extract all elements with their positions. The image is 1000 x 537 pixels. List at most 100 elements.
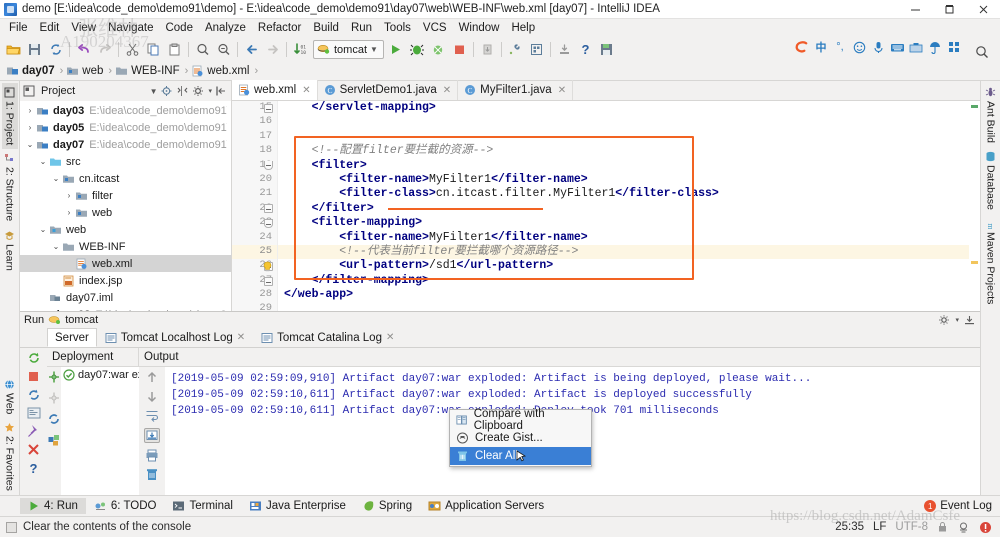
tab-web-xml[interactable]: web.xml ✕ (232, 80, 318, 100)
menu-edit[interactable]: Edit (34, 21, 66, 35)
project-structure-icon[interactable] (526, 39, 547, 60)
dropdown-arrow-icon[interactable]: ▾ (208, 87, 212, 95)
run-tab-server[interactable]: Server (47, 328, 97, 347)
pin-icon[interactable] (27, 424, 41, 438)
menu-navigate[interactable]: Navigate (102, 21, 159, 35)
fold-marker[interactable] (264, 104, 273, 113)
settings-icon[interactable] (505, 39, 526, 60)
fold-marker[interactable] (264, 161, 273, 170)
tree-expand-arrow-icon[interactable]: › (63, 191, 75, 200)
menu-tools[interactable]: Tools (378, 21, 417, 35)
punctuation-icon[interactable]: °, (832, 39, 848, 55)
find-icon[interactable] (192, 39, 213, 60)
keyboard-icon[interactable] (889, 39, 905, 55)
run-tab-tomcat-localhost-log[interactable]: Tomcat Localhost Log ✕ (97, 328, 253, 347)
apps-icon[interactable] (946, 39, 962, 55)
redo-icon[interactable] (94, 39, 115, 60)
tree-node-src[interactable]: ⌄ src (20, 153, 231, 170)
up-icon[interactable] (145, 371, 159, 384)
dropdown-arrow-icon[interactable]: ▾ (955, 316, 959, 324)
bottom-tab-todo[interactable]: 6: TODO (86, 498, 165, 514)
code-line[interactable] (278, 115, 969, 129)
compile-icon[interactable]: 01 10 (290, 39, 311, 60)
menu-window[interactable]: Window (453, 21, 506, 35)
menu-build[interactable]: Build (307, 21, 345, 35)
locate-icon[interactable] (160, 85, 173, 97)
gear-icon[interactable] (938, 314, 951, 326)
code-line[interactable]: </web-app> (278, 288, 969, 302)
hide-icon[interactable] (963, 314, 976, 326)
tab-myfilter1-java[interactable]: C MyFilter1.java ✕ (458, 80, 574, 100)
tree-node-day03[interactable]: › day03 E:\idea\code_demo\demo91\d (20, 102, 231, 119)
sidebar-item-favorites[interactable]: 2: Favorites (2, 418, 18, 495)
code-line[interactable]: <filter-class>cn.itcast.filter.MyFilter1… (278, 187, 969, 201)
sidebar-item-ant-build[interactable]: Ant Build (983, 83, 999, 147)
run-tab-close-icon[interactable]: ✕ (237, 332, 245, 343)
context-menu-item-clear-all[interactable]: Clear All (450, 447, 591, 465)
help-icon[interactable]: ? (575, 39, 596, 60)
line-separator[interactable]: LF (873, 521, 886, 533)
context-menu-item-compare-with-clipboard[interactable]: Compare with Clipboard (450, 408, 591, 432)
artifact-icon[interactable] (47, 433, 61, 447)
tree-node-web[interactable]: ⌄ web (20, 221, 231, 238)
rerun-icon[interactable] (27, 351, 41, 365)
redeploy-icon[interactable] (47, 412, 61, 426)
breadcrumb-item-webxml[interactable]: web.xml (191, 65, 251, 77)
code-line[interactable]: <filter-name>MyFilter1</filter-name> (278, 173, 969, 187)
run-tab-close-icon[interactable]: ✕ (386, 332, 394, 343)
menu-vcs[interactable]: VCS (417, 21, 453, 35)
fold-marker[interactable] (264, 277, 273, 286)
tree-node-cn-itcast[interactable]: ⌄ cn.itcast (20, 170, 231, 187)
undeploy-icon[interactable] (47, 391, 61, 405)
breadcrumb-item-webinf[interactable]: WEB-INF (115, 65, 182, 77)
help-icon[interactable]: ? (30, 461, 38, 476)
tree-expand-arrow-icon[interactable]: › (24, 106, 36, 115)
code-line[interactable]: </filter-mapping> (278, 274, 969, 288)
bottom-tab-java-enterprise[interactable]: Java Enterprise (241, 498, 354, 514)
soft-wrap-icon[interactable] (145, 409, 159, 422)
tree-expand-arrow-icon[interactable]: ⌄ (50, 242, 62, 251)
menu-view[interactable]: View (65, 21, 102, 35)
emoji-icon[interactable] (851, 39, 867, 55)
tree-node-index-jsp[interactable]: index.jsp (20, 272, 231, 289)
event-log-button[interactable]: 1 Event Log (924, 500, 1000, 512)
maximize-button[interactable] (932, 0, 966, 19)
redeploy-icon[interactable] (27, 388, 41, 402)
run-coverage-icon[interactable] (428, 39, 449, 60)
run-tab-tomcat-catalina-log[interactable]: Tomcat Catalina Log ✕ (253, 328, 402, 347)
tree-node-web[interactable]: › web (20, 204, 231, 221)
console-context-menu[interactable]: Compare with Clipboard Create Gist... Cl… (449, 408, 592, 467)
update-icon[interactable] (554, 39, 575, 60)
tree-expand-arrow-icon[interactable]: ⌄ (50, 174, 62, 183)
inspection-icon[interactable] (957, 521, 970, 533)
menu-refactor[interactable]: Refactor (252, 21, 307, 35)
deploy-icon[interactable] (47, 370, 61, 384)
tab-close-icon[interactable]: ✕ (558, 85, 566, 96)
tab-close-icon[interactable]: ✕ (302, 85, 310, 96)
debug-icon[interactable] (407, 39, 428, 60)
close-button[interactable] (966, 0, 1000, 19)
minimize-button[interactable] (898, 0, 932, 19)
run-configuration-selector[interactable]: tomcat ▼ (313, 40, 384, 59)
run-icon[interactable] (386, 39, 407, 60)
code-line[interactable]: <!--代表当前filter要拦截哪个资源路径--> (278, 244, 969, 260)
menu-analyze[interactable]: Analyze (199, 21, 252, 35)
intention-bulb-icon[interactable] (262, 261, 273, 273)
stop-icon[interactable] (449, 39, 470, 60)
lock-icon[interactable] (937, 521, 948, 533)
down-icon[interactable] (145, 390, 159, 403)
tree-node-web-xml[interactable]: web.xml (20, 255, 231, 272)
hide-icon[interactable] (215, 85, 228, 97)
toolbox-icon[interactable] (908, 39, 924, 55)
forward-icon[interactable] (262, 39, 283, 60)
undo-icon[interactable] (73, 39, 94, 60)
code-line[interactable]: <!--配置filter要拦截的资源--> (278, 144, 969, 158)
fold-marker[interactable] (264, 204, 273, 213)
back-icon[interactable] (241, 39, 262, 60)
tree-node-day05[interactable]: › day05 E:\idea\code_demo\demo91\d (20, 119, 231, 136)
fold-marker[interactable] (264, 219, 273, 228)
sogou-logo-icon[interactable] (794, 39, 810, 55)
tree-node-filter[interactable]: › filter (20, 187, 231, 204)
tree-expand-arrow-icon[interactable]: ⌄ (24, 140, 36, 149)
copy-icon[interactable] (143, 39, 164, 60)
